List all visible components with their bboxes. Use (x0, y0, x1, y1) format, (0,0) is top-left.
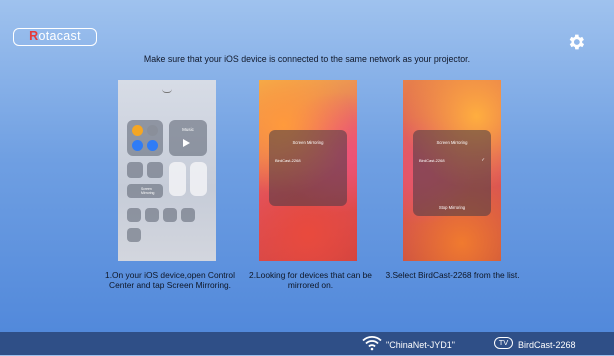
screen-mirroring-tile: Screen Mirroring (127, 184, 163, 198)
play-icon (183, 139, 190, 147)
screen-mirroring-sheet: Screen Mirroring BirdCast-2268 (269, 130, 347, 206)
device-row-label: BirdCast-2268 (419, 158, 445, 163)
step-2-caption: 2.Looking for devices that can be mirror… (249, 270, 372, 290)
rotation-lock-tile (127, 162, 143, 178)
music-tile: Music (169, 120, 207, 156)
step-3-caption: 3.Select BirdCast-2268 from the list. (385, 270, 520, 280)
do-not-disturb-tile (147, 162, 163, 178)
connectivity-tile (127, 120, 163, 156)
music-label: Music (182, 127, 194, 132)
cellular-icon (147, 125, 158, 136)
network-name: "ChinaNet-JYD1" (386, 340, 455, 350)
stop-mirroring-label: Stop Mirroring (438, 205, 466, 210)
device-name: BirdCast-2268 (518, 340, 576, 350)
qr-scanner-tile (127, 228, 141, 242)
timer-tile (145, 208, 159, 222)
tv-icon: TV (494, 337, 513, 349)
device-list-screenshot: Screen Mirroring BirdCast-2268 (259, 80, 357, 261)
instruction-text: Make sure that your iOS device is connec… (143, 54, 471, 64)
flashlight-tile (127, 208, 141, 222)
logo-text: otacast (38, 29, 81, 43)
brightness-slider (169, 162, 186, 196)
step-1-caption: 1.On your iOS device,open Control Center… (105, 270, 235, 290)
device-row-label: BirdCast-2268 (275, 158, 301, 163)
wifi-icon (362, 335, 382, 351)
settings-gear-icon[interactable] (566, 32, 586, 52)
airplane-icon (132, 125, 143, 136)
screen-mirroring-sheet: Screen Mirroring BirdCast-2268 ✓ Stop Mi… (413, 130, 491, 216)
screen-mirroring-label: Screen Mirroring (141, 187, 155, 195)
wifi-toggle-icon (132, 140, 143, 151)
check-icon: ✓ (481, 157, 485, 162)
bluetooth-icon (147, 140, 158, 151)
chevron-down-icon (162, 89, 172, 93)
sheet-title: Screen Mirroring (436, 140, 468, 145)
control-center-screenshot: Music Screen Mirroring (118, 80, 216, 261)
device-selected-screenshot: Screen Mirroring BirdCast-2268 ✓ Stop Mi… (403, 80, 501, 261)
rotacast-logo: Rotacast (13, 28, 97, 46)
volume-slider (190, 162, 207, 196)
sheet-title: Screen Mirroring (292, 140, 324, 145)
camera-tile (181, 208, 195, 222)
calculator-tile (163, 208, 177, 222)
